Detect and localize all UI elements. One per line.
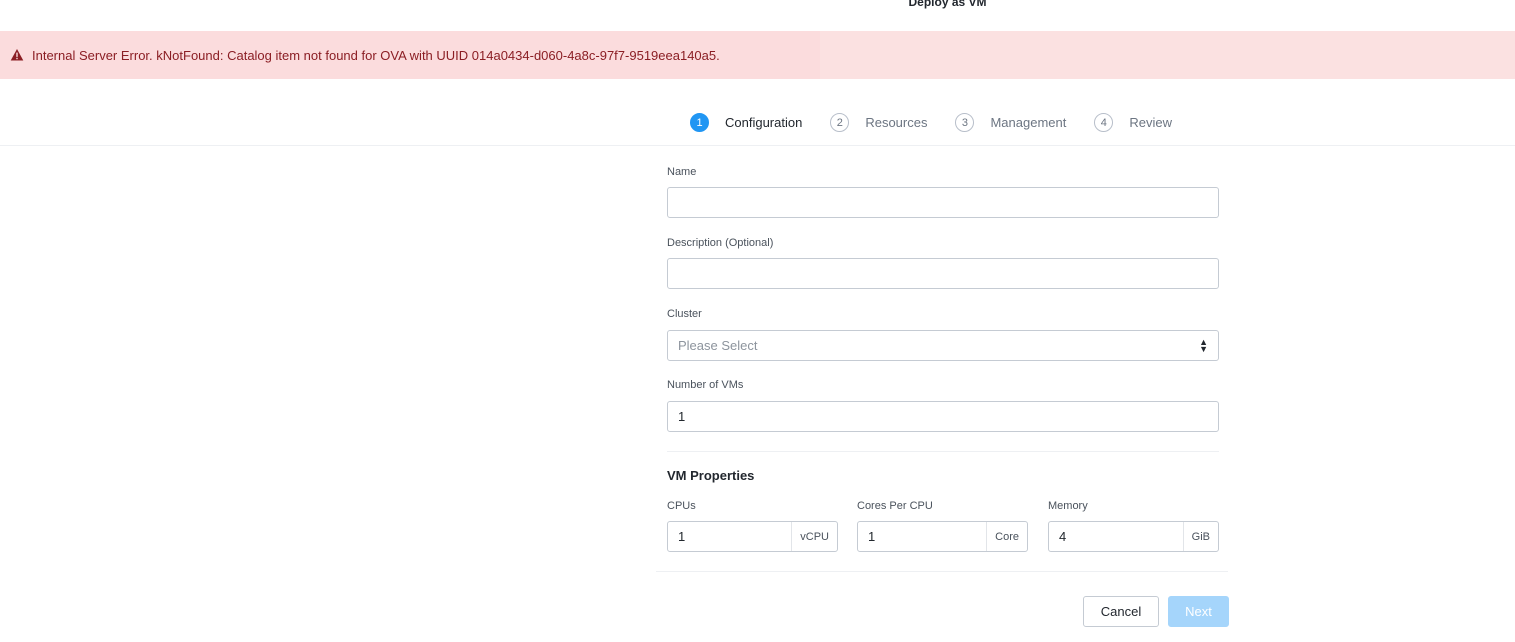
step-number: 2 bbox=[830, 113, 850, 132]
step-label: Management bbox=[990, 115, 1067, 130]
description-label: Description (Optional) bbox=[667, 237, 774, 249]
stepper-divider bbox=[0, 145, 1515, 146]
cores-value: 1 bbox=[868, 529, 876, 544]
memory-unit: GiB bbox=[1182, 522, 1218, 551]
step-label: Configuration bbox=[725, 115, 803, 130]
vm-properties-title: VM Properties bbox=[667, 468, 755, 483]
description-input[interactable] bbox=[667, 258, 1219, 289]
name-input[interactable] bbox=[667, 187, 1219, 218]
cores-input[interactable]: 1 Core bbox=[857, 521, 1028, 552]
cluster-select[interactable]: Please Select ▲ ▼ bbox=[667, 330, 1219, 361]
cpus-unit: vCPU bbox=[791, 522, 837, 551]
footer-divider bbox=[656, 571, 1228, 572]
memory-label: Memory bbox=[1048, 500, 1088, 512]
select-caret-icon: ▲ ▼ bbox=[1199, 337, 1208, 354]
step-configuration[interactable]: 1 Configuration bbox=[690, 113, 802, 132]
cores-label: Cores Per CPU bbox=[857, 500, 933, 512]
cluster-label: Cluster bbox=[667, 308, 702, 320]
next-button[interactable]: Next bbox=[1168, 596, 1229, 627]
step-label: Review bbox=[1129, 115, 1172, 130]
error-banner-fade bbox=[820, 31, 1515, 79]
num-vms-label: Number of VMs bbox=[667, 379, 744, 391]
step-review[interactable]: 4 Review bbox=[1094, 113, 1172, 132]
deploy-vm-dialog: Deploy as VM Internal Server Error. kNot… bbox=[0, 0, 1515, 642]
memory-input[interactable]: 4 GiB bbox=[1048, 521, 1219, 552]
memory-value: 4 bbox=[1059, 529, 1067, 544]
cores-unit: Core bbox=[986, 522, 1027, 551]
name-label: Name bbox=[667, 166, 697, 178]
num-vms-input[interactable]: 1 bbox=[667, 401, 1219, 432]
wizard-stepper: 1 Configuration 2 Resources 3 Management… bbox=[690, 113, 1200, 132]
cancel-button[interactable]: Cancel bbox=[1083, 596, 1159, 627]
error-message: Internal Server Error. kNotFound: Catalo… bbox=[32, 47, 720, 63]
step-number: 1 bbox=[690, 113, 709, 132]
step-number: 3 bbox=[955, 113, 975, 132]
section-divider bbox=[667, 451, 1219, 452]
error-banner: Internal Server Error. kNotFound: Catalo… bbox=[0, 31, 1515, 79]
warning-triangle-icon bbox=[10, 48, 24, 62]
cpus-label: CPUs bbox=[667, 500, 696, 512]
cluster-select-placeholder: Please Select bbox=[678, 338, 758, 353]
cpus-value: 1 bbox=[678, 529, 686, 544]
step-number: 4 bbox=[1094, 113, 1114, 132]
step-management[interactable]: 3 Management bbox=[955, 113, 1066, 132]
step-label: Resources bbox=[865, 115, 928, 130]
cpus-input[interactable]: 1 vCPU bbox=[667, 521, 838, 552]
step-resources[interactable]: 2 Resources bbox=[830, 113, 927, 132]
modal-title: Deploy as VM bbox=[908, 0, 987, 9]
